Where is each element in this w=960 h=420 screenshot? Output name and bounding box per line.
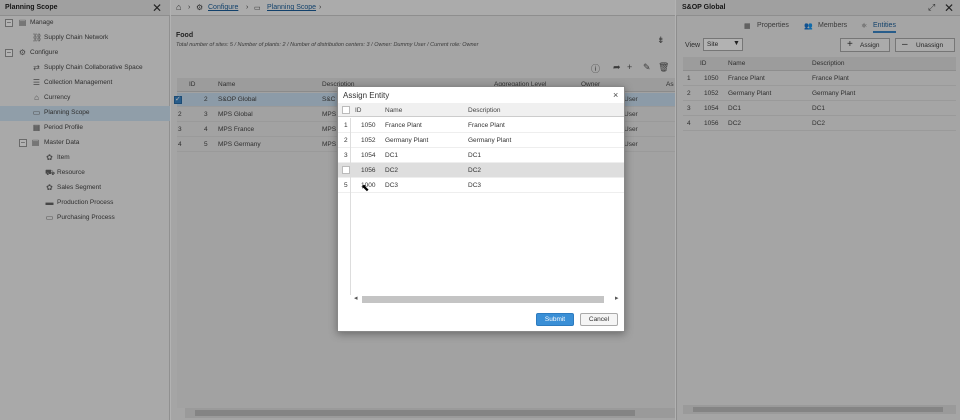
close-icon[interactable]: × (613, 90, 618, 100)
app-window: Planning Scope ✕ – ▤ Manage ⛓ Supply Cha… (0, 0, 960, 420)
col-id[interactable]: ID (355, 107, 362, 114)
list-item[interactable]: 3 1054 DC1 DC1 (338, 148, 624, 163)
cell-name: DC3 (385, 182, 399, 189)
submit-button[interactable]: Submit (536, 313, 574, 326)
grid-divider (350, 118, 351, 295)
cell-desc: DC1 (468, 152, 482, 159)
cell-name: DC1 (385, 152, 399, 159)
cell-desc: France Plant (468, 122, 505, 129)
list-item[interactable]: 1 1050 France Plant France Plant (338, 118, 624, 133)
row-number: 2 (344, 137, 348, 144)
col-description[interactable]: Description (468, 107, 501, 114)
cell-id: 1052 (361, 137, 376, 144)
scroll-right-icon[interactable]: ▸ (615, 294, 619, 302)
row-checkbox[interactable] (342, 166, 350, 174)
list-item[interactable]: 2 1052 Germany Plant Germany Plant (338, 133, 624, 148)
cancel-button[interactable]: Cancel (580, 313, 618, 326)
row-number: 5 (344, 182, 348, 189)
scroll-left-icon[interactable]: ◂ (354, 294, 358, 302)
cell-id: 1056 (361, 167, 376, 174)
cell-name: DC2 (385, 167, 399, 174)
cell-id: 1054 (361, 152, 376, 159)
list-item[interactable]: 1056 DC2 DC2 (338, 163, 624, 178)
cell-id: 1050 (361, 122, 376, 129)
cell-name: France Plant (385, 122, 422, 129)
dialog-title: Assign Entity (343, 91, 390, 100)
scrollbar-thumb[interactable] (362, 296, 604, 303)
cell-desc: DC3 (468, 182, 482, 189)
col-name[interactable]: Name (385, 107, 402, 114)
cell-desc: DC2 (468, 167, 482, 174)
row-number: 3 (344, 152, 348, 159)
list-item[interactable]: 5 1000 DC3 DC3 (338, 178, 624, 193)
select-all-checkbox[interactable] (342, 106, 350, 114)
cell-name: Germany Plant (385, 137, 429, 144)
row-number: 1 (344, 122, 348, 129)
mouse-cursor-icon: ⬉ (361, 183, 370, 194)
assign-grid-scrollbar[interactable]: ◂ ▸ (350, 295, 620, 303)
cell-desc: Germany Plant (468, 137, 512, 144)
